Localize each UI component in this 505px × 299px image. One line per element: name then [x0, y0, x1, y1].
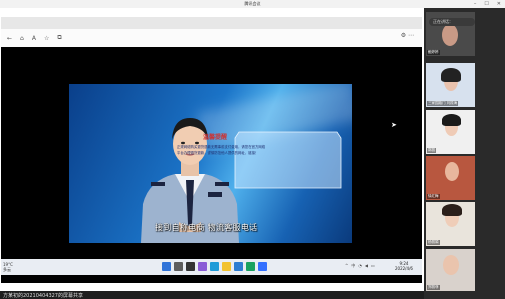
participant-name: 杨丽娟	[427, 240, 440, 245]
notice-title: 温馨提醒	[202, 134, 227, 141]
battery-icon[interactable]: ▭	[371, 263, 375, 269]
participant-name: 三家园路门 刘振海	[427, 101, 459, 106]
app-title: 腾讯会议	[244, 1, 261, 6]
participant-hair	[442, 114, 461, 126]
police-officer-figure	[141, 118, 239, 243]
video-subtitle: 接到自称电商 物流客服电话	[155, 223, 258, 232]
maximize-icon[interactable]: ☐	[484, 1, 488, 7]
keyboard-icon[interactable]: 中	[351, 263, 355, 269]
video-frame[interactable]: 温馨提醒 正规网络购买退货退款无需事前支付费用，请您在官方网络平台办理退货退款，…	[69, 84, 352, 243]
font-icon[interactable]: A	[32, 35, 36, 42]
participant-video	[442, 24, 458, 46]
browser-toolbar: ← ⌂ A ☆ ⧉	[1, 31, 428, 45]
speaker-icon[interactable]: ◀	[365, 263, 368, 269]
edge-icon[interactable]	[210, 262, 219, 271]
recording-title: 方某初的20210404327的屏幕共享	[3, 293, 83, 299]
browser-menu-icons: ⚙ ⋯	[401, 32, 414, 39]
weather-widget[interactable]: 19°C 多云	[3, 262, 13, 272]
more-icon[interactable]: ⋯	[408, 32, 414, 39]
participant-tile[interactable]: 徐红梅	[426, 156, 475, 200]
wechat-icon[interactable]	[246, 262, 255, 271]
participant-name: 郑丽菲	[427, 285, 440, 290]
meeting-app-icon[interactable]	[258, 262, 267, 271]
participant-video	[443, 255, 459, 275]
system-tray: ^ 中 ◔ ◀ ▭	[345, 263, 375, 269]
file-explorer-icon[interactable]	[222, 262, 231, 271]
chevron-up-icon[interactable]: ^	[345, 263, 348, 269]
wifi-icon[interactable]: ◔	[358, 263, 362, 269]
speaking-indicator: 正在讲话：	[429, 18, 475, 26]
settings-icon[interactable]: ⚙	[401, 32, 406, 39]
collections-icon[interactable]: ⧉	[57, 34, 61, 42]
taskbar-apps	[162, 262, 267, 271]
participant-name: 郭丽	[427, 148, 436, 153]
weather-condition: 多云	[3, 267, 11, 272]
participant-tile[interactable]: 郭丽	[426, 110, 475, 154]
participant-tile[interactable]: 杨丽娟	[426, 202, 475, 246]
participant-name: 徐红梅	[427, 194, 440, 199]
participant-name: 鲍婷婷	[427, 50, 440, 55]
taskbar-clock[interactable]: 9:24 2022/4/6	[395, 261, 413, 271]
participant-hair	[441, 68, 461, 82]
search-icon[interactable]	[174, 262, 183, 271]
minimize-icon[interactable]: –	[474, 1, 477, 7]
close-icon[interactable]: ✕	[497, 1, 501, 7]
window-controls: – ☐ ✕	[474, 0, 501, 8]
store-icon[interactable]	[234, 262, 243, 271]
participant-tile[interactable]: 郑丽菲	[426, 249, 475, 291]
home-icon[interactable]: ⌂	[20, 35, 24, 42]
star-icon[interactable]: ☆	[44, 35, 49, 42]
browser-tab-strip	[1, 17, 422, 29]
start-icon[interactable]	[162, 262, 171, 271]
mouse-cursor-icon: ➤	[391, 121, 397, 129]
widgets-icon[interactable]	[198, 262, 207, 271]
back-icon[interactable]: ←	[7, 35, 12, 42]
participant-tile[interactable]: 三家园路门 刘振海	[426, 63, 475, 107]
participant-video	[445, 162, 459, 181]
browser-chrome: ← ⌂ A ☆ ⧉ ⚙ ⋯	[1, 17, 422, 47]
task-view-icon[interactable]	[186, 262, 195, 271]
clock-date: 2022/4/6	[395, 266, 413, 271]
notice-body: 正规网络购买退货退款无需事前支付费用，请您在官方网络平台办理退货退款，谨慎防范他…	[177, 145, 266, 155]
participant-hair	[442, 204, 462, 216]
